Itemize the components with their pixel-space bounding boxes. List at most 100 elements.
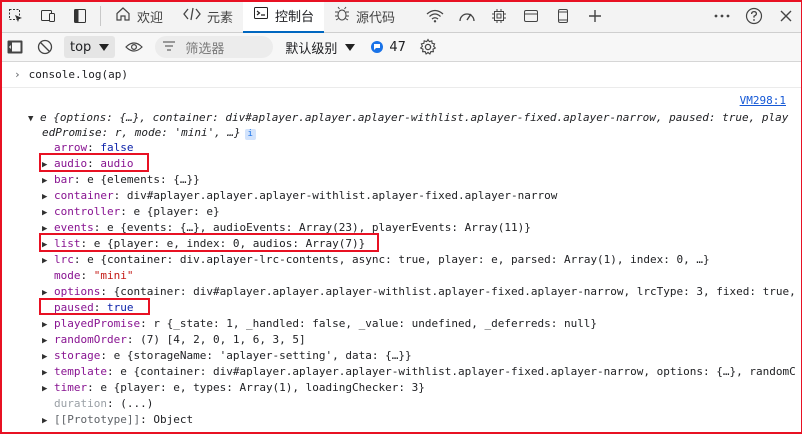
dock-side-icon[interactable]: [64, 0, 96, 32]
mobile-device-icon[interactable]: [547, 0, 579, 32]
property-value: (7) [4, 2, 0, 1, 6, 3, 5]: [140, 333, 306, 346]
add-tool-icon[interactable]: [579, 0, 611, 32]
object-summary-text: edPromise: r, mode: 'mini', …}: [42, 126, 241, 139]
property-key: options: [54, 285, 101, 298]
bug-icon: [334, 6, 350, 26]
property-colon: :: [126, 333, 141, 346]
more-options-icon[interactable]: [706, 0, 738, 32]
wifi-icon[interactable]: [419, 0, 451, 32]
close-icon[interactable]: [770, 0, 802, 32]
device-emulation-icon[interactable]: [32, 0, 64, 32]
object-summary-text: e {options: {…}, container: div#aplayer.…: [40, 111, 789, 124]
expand-triangle-icon[interactable]: ▶: [42, 173, 54, 189]
expand-triangle-icon[interactable]: ▶: [42, 317, 54, 333]
property-row[interactable]: ▶ playedPromise: r {_state: 1, _handled: …: [42, 316, 597, 332]
filter-icon: [163, 40, 176, 55]
expand-triangle-icon[interactable]: ▶: [42, 381, 54, 397]
expand-triangle-icon[interactable]: ▶: [42, 205, 54, 221]
console-toolbar: top 筛选器 默认级别 47: [0, 33, 802, 62]
expand-triangle-icon[interactable]: ▶: [42, 413, 54, 429]
property-row: mode: "mini": [42, 268, 134, 284]
clear-console-icon[interactable]: [30, 31, 60, 63]
tab-elements[interactable]: 元素: [173, 0, 243, 32]
console-output[interactable]: › console.log(ap) VM298:1 ▼ e {options: {…: [0, 62, 802, 434]
property-row[interactable]: ▶ lrc: e {container: div.aplayer-lrc-cont…: [42, 252, 710, 268]
property-key: duration: [54, 397, 107, 410]
triangle-down-icon: [345, 40, 356, 55]
property-colon: :: [140, 317, 154, 330]
code-brackets-icon: [183, 7, 201, 25]
performance-gauge-icon[interactable]: [451, 0, 483, 32]
property-colon: :: [100, 285, 114, 298]
property-key: [[Prototype]]: [54, 413, 141, 426]
property-key: container: [54, 189, 114, 202]
property-row[interactable]: ▶ options: {container: div#aplayer.aplaye…: [42, 284, 796, 300]
inspect-element-icon[interactable]: [0, 0, 32, 32]
info-icon[interactable]: i: [244, 129, 256, 140]
filter-input[interactable]: 筛选器: [155, 36, 274, 58]
property-value: e {player: e}: [133, 205, 220, 218]
console-command: console.log(ap): [28, 68, 128, 81]
prompt-chevron-icon: ›: [14, 68, 21, 81]
settings-gear-icon[interactable]: [412, 31, 444, 63]
property-value: {container: div#aplayer.aplayer.aplayer-…: [113, 285, 796, 298]
tab-welcome[interactable]: 欢迎: [105, 0, 173, 32]
tab-sources[interactable]: 源代码: [324, 0, 405, 32]
issues-count: 47: [389, 39, 406, 55]
property-value: (...): [120, 397, 154, 410]
property-value: e {container: div#aplayer.aplayer.aplaye…: [120, 365, 796, 378]
property-row[interactable]: ▶ storage: e {storageName: 'aplayer-setti…: [42, 348, 412, 364]
log-level-dropdown[interactable]: 默认级别: [285, 38, 356, 57]
home-icon: [115, 6, 131, 26]
toggle-sidebar-icon[interactable]: [0, 31, 30, 63]
tab-sources-label: 源代码: [356, 10, 396, 26]
devtools-tabbar: 欢迎 元素 控制台 源代码: [0, 0, 802, 33]
expand-triangle-icon[interactable]: ▶: [42, 365, 54, 381]
context-value: top: [70, 39, 92, 55]
property-colon: :: [100, 349, 114, 362]
expand-triangle-icon[interactable]: ▶: [42, 349, 54, 365]
issues-badge[interactable]: 47: [371, 40, 406, 55]
expand-triangle-icon[interactable]: ▶: [42, 189, 54, 205]
property-row[interactable]: ▶ [[Prototype]]: Object: [42, 412, 193, 428]
source-link[interactable]: VM298:1: [740, 94, 786, 107]
property-key: template: [54, 365, 107, 378]
tab-console[interactable]: 控制台: [243, 0, 325, 33]
application-panel-icon[interactable]: [515, 0, 547, 32]
highlight-box-audio: [39, 153, 149, 172]
tabbar-separator: [100, 6, 101, 26]
property-colon: :: [73, 173, 88, 186]
log-level-label: 默认级别: [285, 41, 338, 57]
property-row[interactable]: ▶ controller: e {player: e}: [42, 204, 220, 220]
property-row[interactable]: ▶ template: e {container: div#aplayer.apl…: [42, 364, 796, 380]
message-divider: [0, 87, 802, 88]
property-colon: :: [87, 381, 101, 394]
property-key: lrc: [54, 253, 74, 266]
triangle-down-icon: [99, 40, 110, 55]
property-colon: :: [140, 413, 154, 426]
property-key: storage: [54, 349, 101, 362]
property-colon: :: [106, 397, 121, 410]
property-value: div#aplayer.aplayer.aplayer-withlist.apl…: [126, 189, 558, 202]
console-icon: [253, 5, 269, 25]
property-row[interactable]: ▶ container: div#aplayer.aplayer.aplayer-…: [42, 188, 557, 204]
message-icon: [371, 41, 384, 53]
property-colon: :: [106, 365, 121, 378]
expand-triangle-icon[interactable]: ▶: [42, 253, 54, 269]
property-colon: :: [120, 205, 134, 218]
live-expression-eye-icon[interactable]: [119, 31, 149, 63]
help-icon[interactable]: [738, 0, 770, 32]
expand-triangle-icon[interactable]: ▶: [42, 333, 54, 349]
property-value: "mini": [93, 269, 134, 282]
tab-console-label: 控制台: [275, 9, 315, 25]
highlight-box-list: [39, 233, 379, 252]
memory-chip-icon[interactable]: [483, 0, 515, 32]
context-selector[interactable]: top: [64, 36, 116, 58]
property-row[interactable]: ▶ bar: e {elements: {…}}: [42, 172, 200, 188]
object-summary-line-1[interactable]: ▼ e {options: {…}, container: div#aplayer…: [28, 110, 788, 126]
property-key: randomOrder: [54, 333, 127, 346]
property-row[interactable]: ▶ randomOrder: (7) [4, 2, 0, 1, 6, 3, 5]: [42, 332, 306, 348]
property-row[interactable]: ▶ timer: e {player: e, types: Array(1), l…: [42, 380, 425, 396]
property-colon: :: [80, 269, 94, 282]
property-key: playedPromise: [54, 317, 141, 330]
